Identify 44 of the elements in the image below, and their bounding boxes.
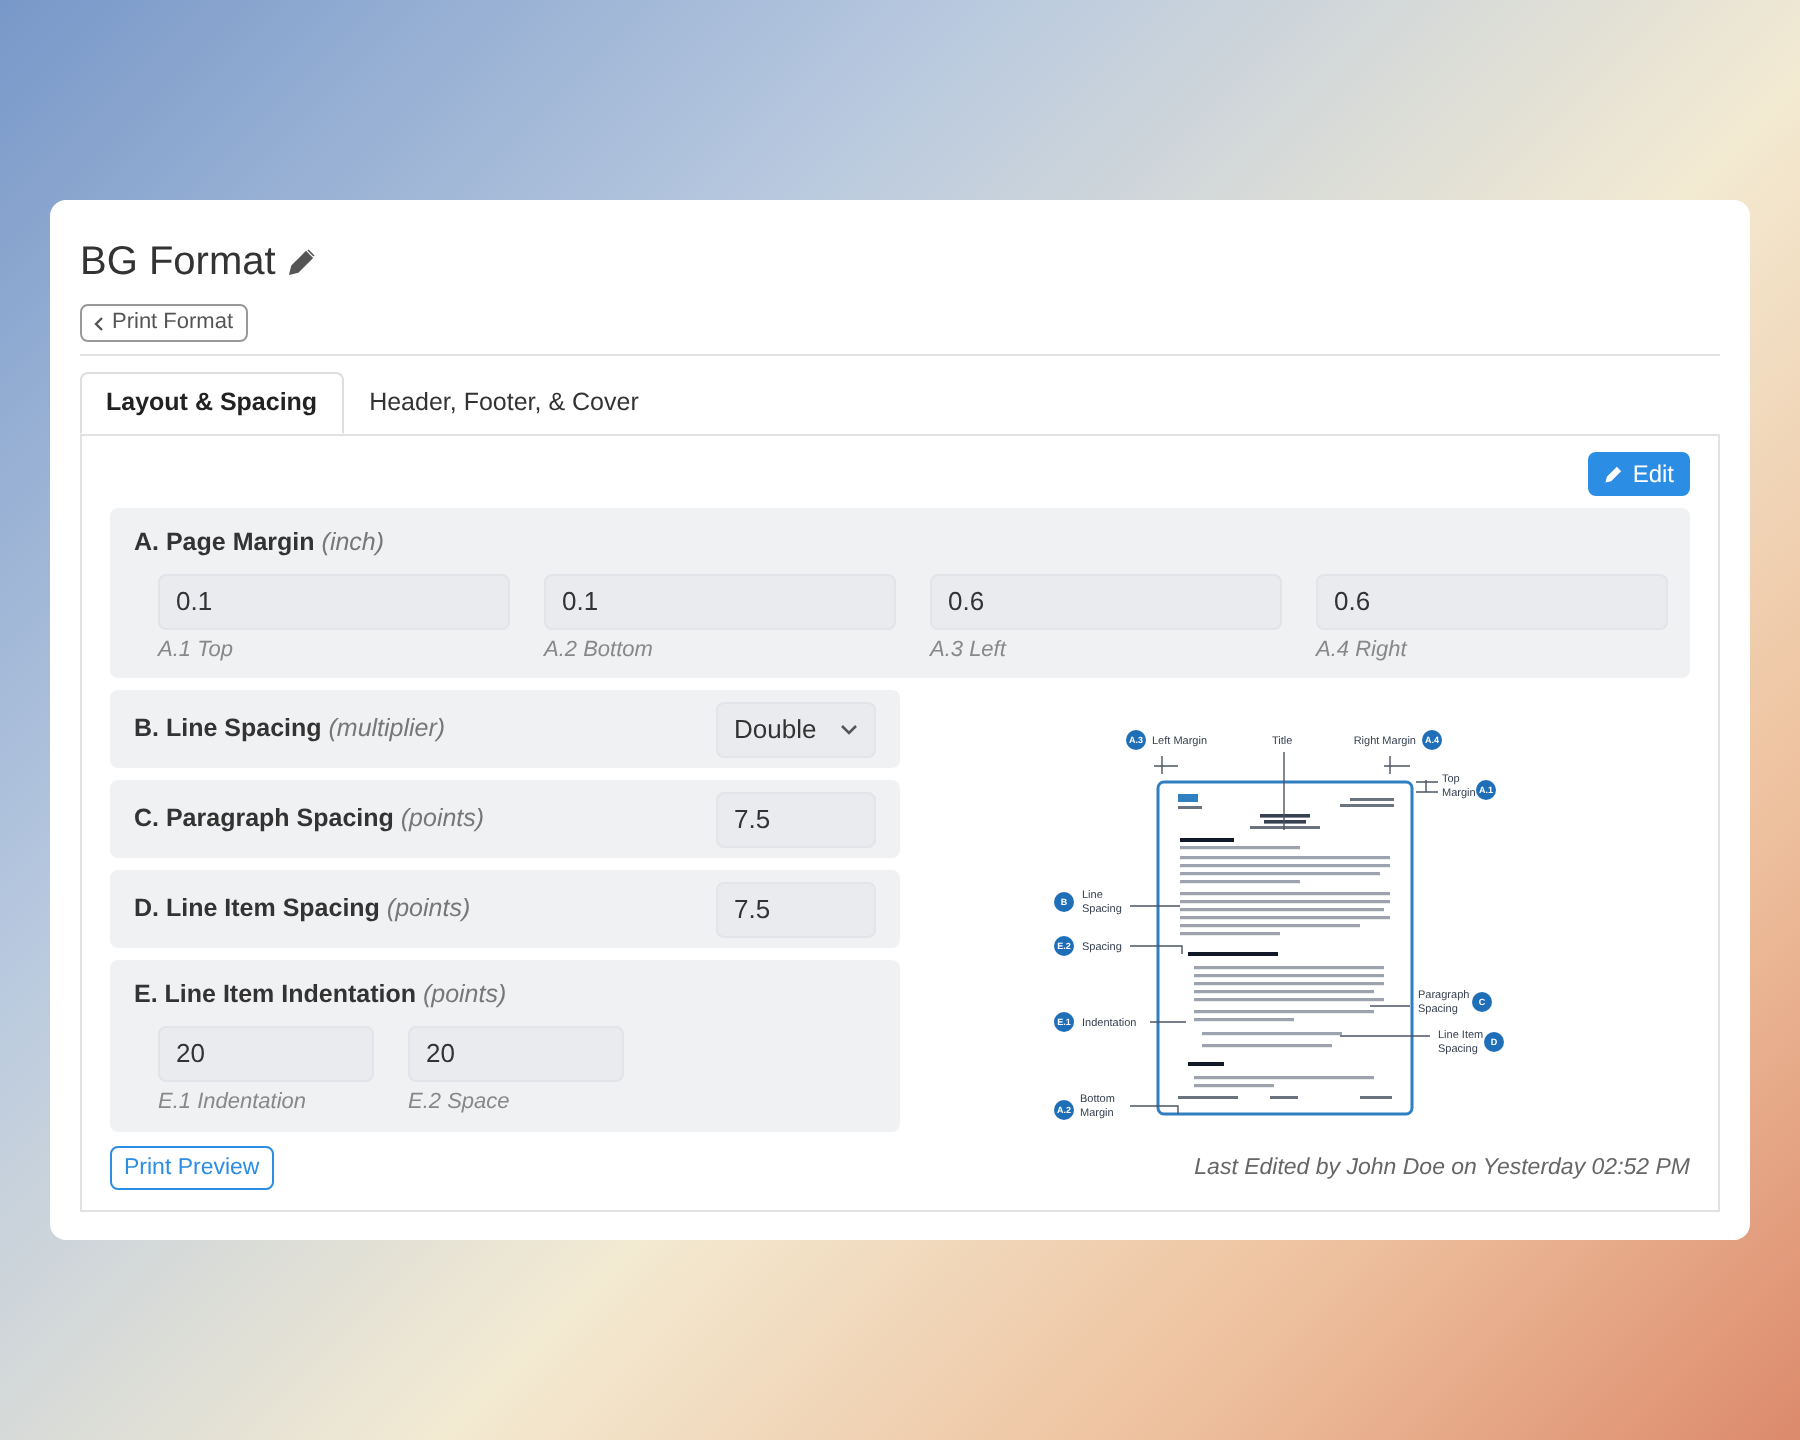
number-field[interactable]: 7.5 bbox=[716, 881, 876, 938]
leader-line bbox=[1339, 1035, 1431, 1038]
unit-label: (inch) bbox=[321, 528, 385, 556]
number-field[interactable]: 0.6 bbox=[930, 573, 1282, 630]
number-field[interactable]: 0.6 bbox=[1316, 573, 1668, 630]
leader-line bbox=[1383, 755, 1411, 776]
field-caption: A.3 Left bbox=[930, 635, 1009, 666]
section-title: C. Paragraph Spacing bbox=[134, 804, 394, 833]
tab[interactable]: Header, Footer, & Cover bbox=[343, 372, 665, 434]
number-field[interactable]: 0.1 bbox=[158, 573, 510, 630]
section-title: E. Line Item Indentation bbox=[134, 980, 416, 1009]
spacing-dropdown[interactable]: Double bbox=[716, 701, 876, 758]
field-caption: A.2 Bottom bbox=[544, 635, 655, 666]
leader-line bbox=[1153, 755, 1179, 776]
number-field[interactable]: 20 bbox=[408, 1026, 624, 1082]
unit-label: (points) bbox=[400, 804, 485, 833]
leader-line bbox=[1129, 945, 1183, 956]
number-field[interactable]: 20 bbox=[158, 1026, 374, 1082]
leader-line bbox=[1283, 751, 1285, 832]
unit-label: (multiplier) bbox=[328, 714, 446, 743]
section-title: D. Line Item Spacing bbox=[134, 894, 380, 923]
field-caption: A.1 Top bbox=[158, 635, 236, 666]
pencil-icon bbox=[1604, 464, 1625, 484]
leader-line bbox=[1415, 779, 1439, 794]
chevron-left-icon bbox=[94, 315, 104, 331]
field-caption: E.1 Indentation bbox=[158, 1088, 309, 1118]
page-title: BG Format bbox=[80, 238, 276, 288]
number-field[interactable]: 7.5 bbox=[716, 791, 876, 848]
last-edited-text: Last Edited by John Doe on Yesterday 02:52 PM bbox=[1194, 1153, 1690, 1184]
unit-label: (points) bbox=[422, 980, 507, 1009]
chevron-down-icon bbox=[840, 723, 858, 736]
leader-line bbox=[1369, 1005, 1411, 1008]
leader-line bbox=[1129, 905, 1181, 908]
number-field[interactable]: 0.1 bbox=[544, 573, 896, 630]
back-button[interactable]: Print Format bbox=[80, 304, 248, 342]
tab[interactable]: Layout & Spacing bbox=[80, 372, 344, 434]
leader-line bbox=[1129, 1105, 1179, 1116]
field-caption: A.4 Right bbox=[1316, 635, 1410, 666]
section-title: B. Line Spacing bbox=[134, 714, 322, 743]
pencil-icon[interactable] bbox=[287, 248, 316, 276]
section-title: A. Page Margin bbox=[134, 528, 315, 556]
field-caption: E.2 Space bbox=[408, 1088, 512, 1118]
leader-line bbox=[1149, 1021, 1187, 1024]
unit-label: (points) bbox=[386, 894, 471, 923]
